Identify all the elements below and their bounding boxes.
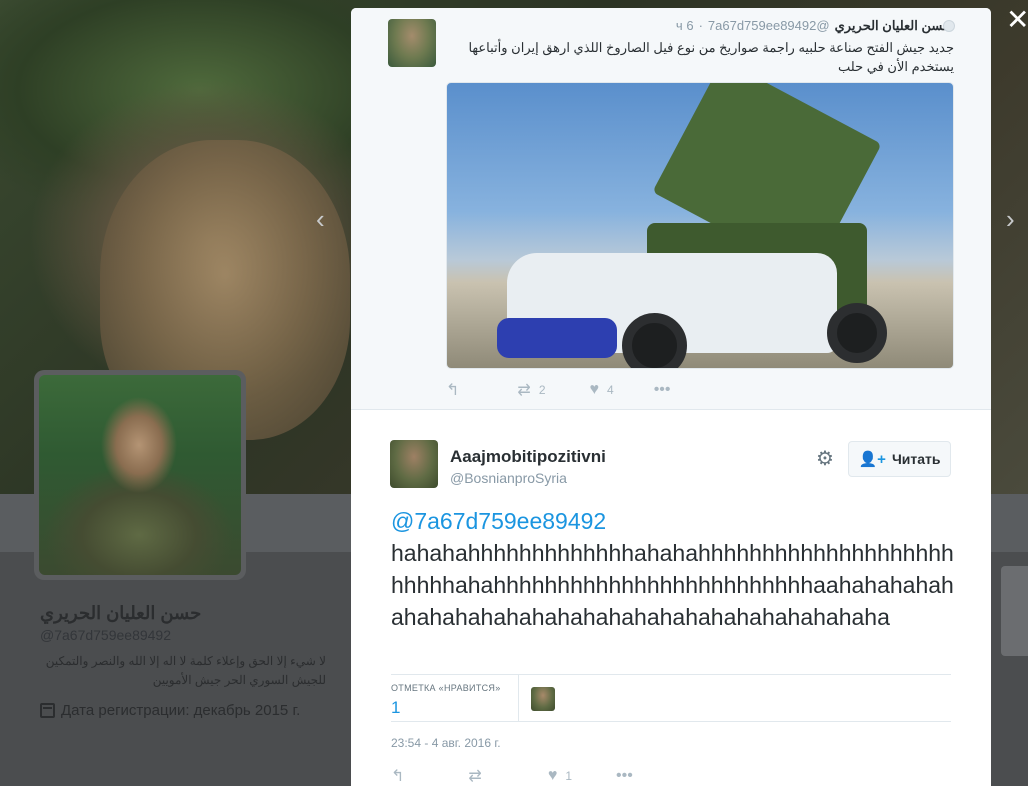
follow-button[interactable]: 👤+ Читать [848, 441, 951, 477]
ancestor-menu-icon[interactable] [943, 20, 955, 32]
profile-joined-text: Дата регистрации: декабрь 2015 г. [61, 702, 301, 719]
follow-person-icon: 👤+ [858, 451, 886, 468]
ancestor-header: حسن العليان الحريري @7a67d759ee89492 · 6… [676, 18, 951, 34]
likes-count[interactable]: 1 [391, 698, 400, 718]
profile-name[interactable]: حسن العليان الحريري [40, 603, 201, 624]
ancestor-avatar[interactable] [388, 19, 436, 67]
ancestor-tweet[interactable]: حسن العليان الحريري @7a67d759ee89492 · 6… [351, 8, 991, 410]
tweet-timestamp: 23:54 - 4 авг. 2016 г. [391, 736, 501, 750]
main-name[interactable]: Aaajmobitipozitivni [450, 447, 606, 467]
reply-icon[interactable]: ↰ [446, 380, 459, 400]
retweet-icon: ⇄ [517, 382, 531, 399]
heart-icon: ♥ [589, 381, 600, 398]
retweet-button[interactable]: ⇄ 2 [517, 380, 545, 400]
mention-link[interactable]: @7a67d759ee89492 [391, 505, 957, 537]
ancestor-media-photo[interactable] [446, 82, 954, 369]
retweet-icon[interactable]: ⇄ [468, 766, 481, 786]
main-tweet-text: @7a67d759ee89492 hahahahhhhhhhhhhhhhahah… [391, 505, 957, 633]
previous-arrow-icon[interactable]: ‹ [316, 204, 325, 235]
photo-wheel-rear [827, 303, 887, 363]
calendar-icon [40, 703, 55, 718]
ancestor-handle[interactable]: @7a67d759ee89492 [708, 18, 830, 34]
sidebar-card [1001, 566, 1028, 656]
main-actions: ↰ ⇄ ♥ 1 ••• [391, 766, 633, 786]
profile-bio: لا شيء إلا الحق وإعلاء كلمة لا اله إلا ا… [45, 654, 326, 687]
profile-joined: Дата регистрации: декабрь 2015 г. [40, 702, 300, 719]
like-button[interactable]: ♥ 4 [590, 381, 614, 399]
main-avatar[interactable] [390, 440, 438, 488]
main-handle[interactable]: @BosnianproSyria [450, 470, 567, 486]
more-icon[interactable]: ••• [654, 381, 671, 399]
stats-divider [518, 675, 519, 722]
close-icon[interactable]: ✕ [1006, 6, 1028, 34]
next-arrow-icon[interactable]: › [1006, 204, 1015, 235]
like-count: 1 [565, 769, 572, 783]
likes-label[interactable]: ОТМЕТКА «НРАВИТСЯ» [391, 683, 501, 693]
profile-handle[interactable]: @7a67d759ee89492 [40, 627, 171, 643]
more-icon[interactable]: ••• [616, 767, 633, 785]
ancestor-text: جديد جيش الفتح صناعة حلبيه راجمة صواريخ … [468, 40, 954, 74]
photo-wheel-front [622, 313, 687, 368]
profile-avatar-image [39, 375, 241, 575]
ancestor-name[interactable]: حسن العليان الحريري [835, 18, 951, 34]
like-button[interactable]: ♥ 1 [548, 767, 572, 785]
reply-icon[interactable]: ↰ [391, 766, 404, 786]
gear-icon[interactable]: ⚙ [816, 449, 836, 469]
like-count: 4 [607, 383, 614, 397]
follow-label: Читать [891, 451, 941, 467]
ancestor-actions: ↰ ⇄ 2 ♥ 4 ••• [446, 380, 671, 400]
tweet-modal: حسن العليان الحريري @7a67d759ee89492 · 6… [351, 8, 991, 786]
tweet-stats: ОТМЕТКА «НРАВИТСЯ» 1 [391, 674, 951, 722]
ancestor-time[interactable]: 6 ч [676, 18, 694, 34]
heart-icon: ♥ [547, 767, 558, 784]
retweet-count: 2 [538, 383, 546, 397]
main-tweet-body: hahahahhhhhhhhhhhhhahahahhhhhhhhhhhhhhhh… [391, 540, 954, 630]
ancestor-separator: · [698, 18, 703, 33]
photo-truck-bumper [497, 318, 617, 358]
liker-avatar[interactable] [531, 687, 555, 711]
profile-avatar[interactable] [34, 370, 246, 580]
